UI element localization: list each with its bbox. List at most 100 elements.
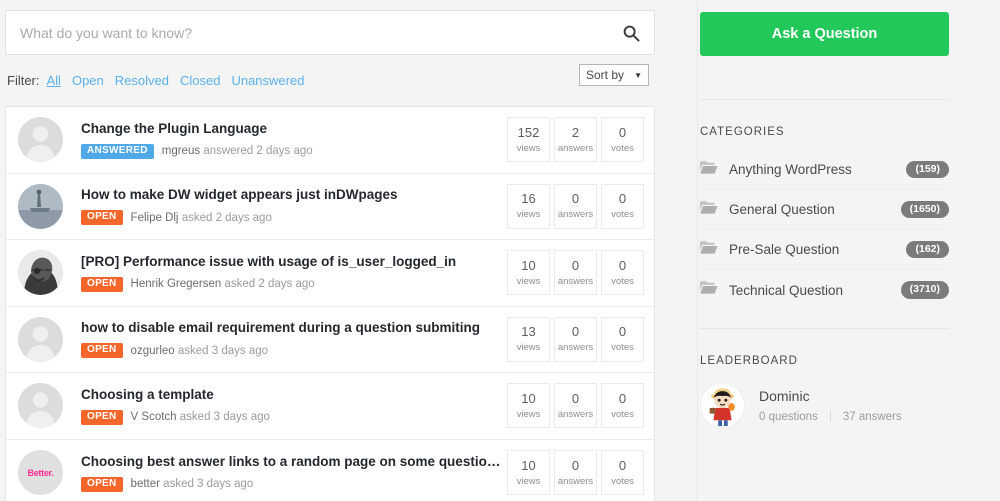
answers-label: answers xyxy=(557,408,594,420)
category-name[interactable]: Anything WordPress xyxy=(729,162,906,177)
answers-count: 0 xyxy=(571,324,580,340)
question-title-link[interactable]: Choosing a template xyxy=(81,387,503,403)
man-portrait-avatar xyxy=(18,250,63,296)
views-stat: 16 views xyxy=(507,183,550,229)
question-meta: OPEN better asked 3 days ago xyxy=(81,476,503,492)
question-list: Change the Plugin Language ANSWERED mgreus… xyxy=(5,106,655,501)
cartoon-character-avatar xyxy=(700,383,745,428)
views-label: views xyxy=(516,475,541,487)
question-meta: OPEN V Scotch asked 3 days ago xyxy=(81,409,503,425)
votes-count: 0 xyxy=(618,257,627,273)
answers-label: answers xyxy=(557,142,594,154)
category-count-badge: (1650) xyxy=(900,200,949,219)
question-stats: 152 views 2 answers 0 votes xyxy=(503,117,644,163)
filter-link-all[interactable]: All xyxy=(47,73,61,88)
chevron-down-icon: ▼ xyxy=(634,70,642,80)
answers-stat: 0 answers xyxy=(554,316,597,362)
stat-divider xyxy=(829,411,831,423)
views-label: views xyxy=(516,142,541,154)
category-name[interactable]: General Question xyxy=(729,202,901,217)
question-title-link[interactable]: [PRO] Performance issue with usage of is… xyxy=(81,254,503,270)
question-row[interactable]: Change the Plugin Language ANSWERED mgreus… xyxy=(6,107,654,174)
question-meta-text: ozgurleo asked 3 days ago xyxy=(131,345,268,357)
category-count-badge: (159) xyxy=(906,160,949,179)
question-stats: 10 views 0 answers 0 votes xyxy=(503,383,644,429)
votes-count: 0 xyxy=(618,124,627,140)
category-count-badge: (3710) xyxy=(900,281,949,299)
filter-link-unanswered[interactable]: Unanswered xyxy=(231,73,304,88)
votes-label: votes xyxy=(611,209,634,221)
filter-link-open[interactable]: Open xyxy=(72,73,104,88)
question-row[interactable]: How to make DW widget appears just inDWp… xyxy=(6,173,654,240)
default-person-avatar xyxy=(18,383,63,429)
question-author[interactable]: ozgurleo xyxy=(131,345,175,357)
search-bar[interactable] xyxy=(5,10,655,55)
ask-a-question-button[interactable]: Ask a Question xyxy=(700,12,949,56)
question-activity: asked 3 days ago xyxy=(177,344,269,357)
filter-link-resolved[interactable]: Resolved xyxy=(115,73,169,88)
question-row[interactable]: Better. Choosing best answer links to a r… xyxy=(6,439,654,501)
answers-count: 2 xyxy=(571,124,580,140)
search-input[interactable] xyxy=(6,11,654,54)
question-title-link[interactable]: How to make DW widget appears just inDWp… xyxy=(81,187,503,203)
question-stats: 13 views 0 answers 0 votes xyxy=(503,316,644,362)
status-badge: OPEN xyxy=(81,476,123,492)
views-stat: 152 views xyxy=(507,117,550,163)
category-row[interactable]: Technical Question (3710) xyxy=(700,270,949,310)
status-badge: OPEN xyxy=(81,343,123,359)
question-author[interactable]: better xyxy=(131,478,160,490)
question-body: [PRO] Performance issue with usage of is… xyxy=(63,254,503,292)
question-author[interactable]: mgreus xyxy=(162,145,200,157)
category-name[interactable]: Technical Question xyxy=(729,283,901,298)
category-row[interactable]: General Question (1650) xyxy=(700,190,949,230)
question-author[interactable]: Henrik Gregersen xyxy=(131,278,222,290)
views-count: 10 xyxy=(521,457,536,473)
question-meta-text: better asked 3 days ago xyxy=(131,478,254,490)
question-body: How to make DW widget appears just inDWp… xyxy=(63,187,503,226)
question-activity: answered 2 days ago xyxy=(203,145,313,158)
default-person-avatar xyxy=(18,117,63,163)
question-title-link[interactable]: Change the Plugin Language xyxy=(81,121,503,137)
question-activity: asked 3 days ago xyxy=(163,478,254,491)
leaderboard-answers-count: 37 answers xyxy=(842,410,902,423)
views-label: views xyxy=(516,275,541,287)
question-body: Change the Plugin Language ANSWERED mgreus… xyxy=(63,121,503,159)
filter-link-closed[interactable]: Closed xyxy=(180,73,220,88)
answers-stat: 0 answers xyxy=(554,250,597,296)
question-meta: OPEN ozgurleo asked 3 days ago xyxy=(81,343,503,359)
question-title-link[interactable]: Choosing best answer links to a random p… xyxy=(81,454,503,470)
votes-count: 0 xyxy=(618,191,627,207)
votes-stat: 0 votes xyxy=(601,250,644,296)
answers-label: answers xyxy=(557,275,594,287)
category-list: Anything WordPress (159) General Question(… xyxy=(700,150,949,310)
sidebar-divider-2 xyxy=(700,328,949,329)
question-row[interactable]: how to disable email requirement during … xyxy=(6,306,654,373)
question-row[interactable]: Choosing a template OPEN V Scotch asked 3 … xyxy=(6,373,654,440)
category-row[interactable]: Anything WordPress (159) xyxy=(700,150,949,190)
answers-count: 0 xyxy=(571,257,580,273)
question-title-link[interactable]: how to disable email requirement during … xyxy=(81,320,503,336)
folder-icon xyxy=(700,200,718,220)
leaderboard-row[interactable]: Dominic 0 questions 37 answers xyxy=(700,383,949,428)
question-row[interactable]: [PRO] Performance issue with usage of is… xyxy=(6,240,654,307)
question-activity: asked 2 days ago xyxy=(181,211,272,224)
question-meta: OPEN Felipe Dlj asked 2 days ago xyxy=(81,210,503,226)
status-badge: OPEN xyxy=(81,276,123,292)
question-meta-text: Felipe Dlj asked 2 days ago xyxy=(131,212,272,224)
leaderboard-heading: LEADERBOARD xyxy=(700,355,798,367)
views-stat: 13 views xyxy=(507,316,550,362)
question-author[interactable]: Felipe Dlj xyxy=(131,212,179,224)
question-author[interactable]: V Scotch xyxy=(131,411,177,423)
statue-photo-avatar xyxy=(18,183,63,229)
answers-count: 0 xyxy=(571,457,580,473)
categories-heading: CATEGORIES xyxy=(700,126,785,138)
category-row[interactable]: Pre-Sale Question (162) xyxy=(700,230,949,270)
sort-by-dropdown[interactable]: Sort by ▼ xyxy=(579,64,649,86)
leaderboard-info: Dominic 0 questions 37 answers xyxy=(745,388,902,423)
search-icon[interactable] xyxy=(622,24,640,42)
category-name[interactable]: Pre-Sale Question xyxy=(729,242,906,257)
leaderboard-user-name[interactable]: Dominic xyxy=(759,388,902,405)
votes-label: votes xyxy=(611,142,634,154)
views-count: 13 xyxy=(521,324,536,340)
main-content: Filter: All Open Resolved Closed Unanswe… xyxy=(0,0,660,501)
